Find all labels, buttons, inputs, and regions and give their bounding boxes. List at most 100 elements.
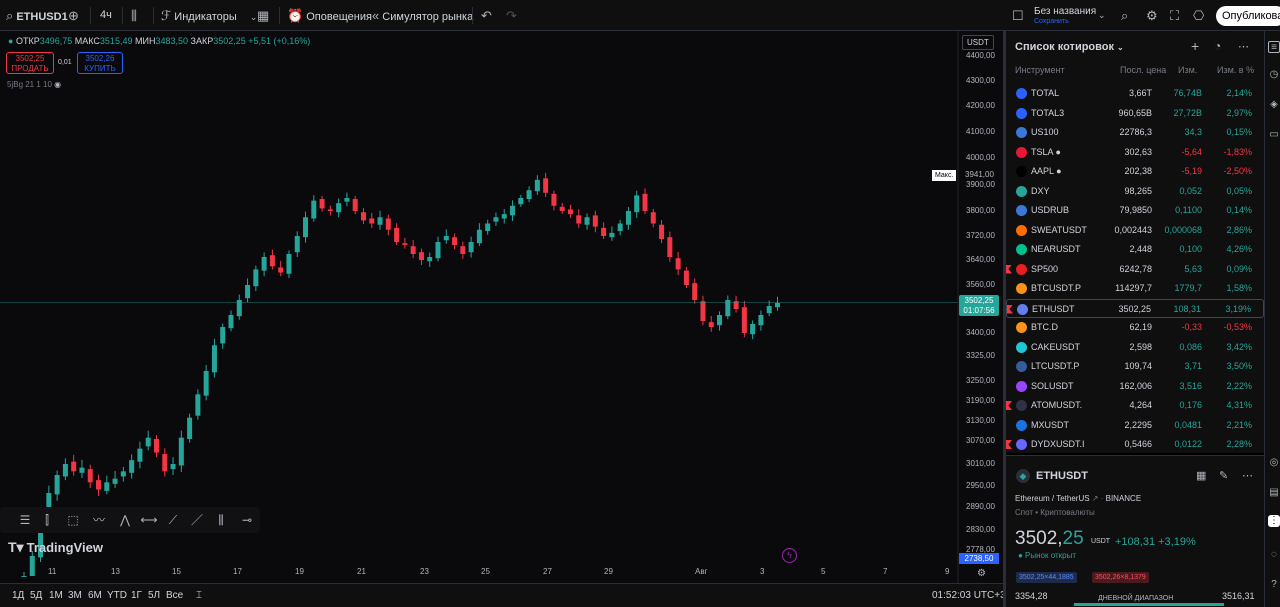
price-dec: 25 [1062, 528, 1084, 549]
more-icon[interactable]: ⋯ [1238, 40, 1249, 53]
rectangle-icon[interactable]: ⬚ [64, 511, 82, 529]
bars-pattern-icon[interactable]: ⫼ [212, 511, 230, 529]
watchlist-row[interactable]: AAPL ● 202,38 -5,19 -2,50% [1006, 162, 1264, 182]
help-icon[interactable]: ? [1268, 579, 1280, 591]
replay-button[interactable]: « Симулятор рынка [372, 0, 473, 31]
templates-button[interactable]: ▦ [257, 0, 269, 31]
watchlist-row[interactable]: SP500 6242,78 5,63 0,09% [1006, 260, 1264, 280]
alerts-clock-icon[interactable]: ◷ [1268, 69, 1280, 81]
range-button[interactable]: 5Л [148, 590, 160, 601]
watchlist-row[interactable]: LTCUSDT.P 109,74 3,71 3,50% [1006, 357, 1264, 377]
alerts-button[interactable]: ⏰ Оповещения [287, 0, 372, 31]
watchlist-row[interactable]: ETHUSDT 3502,25 108,31 3,19% [1006, 298, 1264, 318]
chat-icon[interactable]: ▭ [1268, 129, 1280, 141]
buy-button[interactable]: 3502,26 КУПИТЬ [77, 52, 123, 74]
chart-area[interactable]: ● ОТКР3496,75 МАКС3515,49 МИН3483,50 ЗАК… [0, 31, 1003, 583]
watchlist-panel: Список котировок ⌄ + ◔ ⋯ Инструмент Посл… [1006, 31, 1264, 453]
eye-icon[interactable]: ◉ [54, 80, 61, 89]
signal-icon[interactable]: ◌ [1268, 549, 1280, 561]
col-last[interactable]: Посл. цена [1120, 65, 1166, 75]
range-button[interactable]: YTD [107, 590, 127, 601]
watchlist-row[interactable]: SWEATUSDT 0,002443 0,000068 2,86% [1006, 221, 1264, 241]
watchlist-row[interactable]: SOLUSDT 162,006 3,516 2,22% [1006, 377, 1264, 397]
watchlist-row[interactable]: BTCUSDT.P 114297,7 1779,7 1,58% [1006, 279, 1264, 299]
price-chart[interactable] [0, 31, 1003, 583]
undo-button[interactable]: ↶ [481, 0, 492, 31]
ruler-icon[interactable]: ⊸ [238, 511, 256, 529]
trend-line-icon[interactable]: ⟋ [164, 511, 182, 529]
watchlist-row[interactable]: NEARUSDT 2,448 0,100 4,26% [1006, 240, 1264, 260]
watchlist-row[interactable]: ATOMUSDT. 4,264 0,176 4,31% [1006, 396, 1264, 416]
flag-icon[interactable] [1006, 401, 1012, 410]
watchlist-icon[interactable]: ≡ [1268, 41, 1280, 53]
range-button[interactable]: 6М [88, 590, 102, 601]
external-link-icon[interactable]: ↗ · [1092, 494, 1106, 503]
sell-button[interactable]: 3502,25 ПРОДАТЬ [6, 52, 54, 74]
watchlist-row[interactable]: DXY 98,265 0,052 0,05% [1006, 182, 1264, 202]
redo-button[interactable]: ↷ [506, 0, 517, 31]
watchlist-row[interactable]: TOTAL 3,66T 76,74B 2,14% [1006, 84, 1264, 104]
candle [303, 211, 309, 243]
watchlist-title[interactable]: Список котировок ⌄ [1015, 41, 1124, 53]
layout-menu-chevron[interactable]: ⌄ [1098, 0, 1106, 31]
edit-icon[interactable]: ✎ [1219, 469, 1228, 482]
details-symbol[interactable]: ETHUSDT [1036, 470, 1088, 482]
axis-settings-icon[interactable]: ⚙ [977, 568, 986, 579]
flag-icon[interactable] [1006, 264, 1012, 274]
range-button[interactable]: 1Д [12, 590, 24, 601]
watchlist-row[interactable]: DYDXUSDT.I 0,5466 0,0122 2,28% [1006, 435, 1264, 455]
watchlist-row[interactable]: TSLA ● 302,63 -5,64 -1,83% [1006, 143, 1264, 163]
layout-icon-wrap[interactable]: ☐ [1012, 0, 1024, 31]
interval-button[interactable]: 4ч [100, 0, 112, 31]
publish-button[interactable]: Опубликовать [1216, 6, 1280, 26]
layers-icon[interactable]: ◈ [1268, 99, 1280, 111]
range-button[interactable]: 5Д [30, 590, 42, 601]
col-chg[interactable]: Изм. [1178, 65, 1197, 75]
goto-date-icon[interactable]: ⌶ [196, 590, 202, 601]
watchlist-row[interactable]: MXUSDT 2,2295 0,0481 2,21% [1006, 416, 1264, 436]
flag-icon[interactable] [1006, 440, 1012, 449]
range-button[interactable]: 1М [49, 590, 63, 601]
compare-button[interactable]: ⊕ [68, 0, 79, 31]
pattern-icon[interactable]: ⋀ [116, 511, 134, 529]
horizontal-line-icon[interactable]: ⟷ [140, 511, 158, 529]
fullscreen-button[interactable]: ⛶ [1170, 0, 1179, 31]
range-button[interactable]: 1Г [131, 590, 142, 601]
clock[interactable]: 01:52:03 UTC+3 [932, 590, 1006, 601]
indicator-legend[interactable]: 5jBg 21 1 10 ◉ [7, 80, 61, 89]
more-icon[interactable]: ⋯ [1242, 469, 1253, 482]
watchlist-row[interactable]: USDRUB 79,9850 0,1100 0,14% [1006, 201, 1264, 221]
row-last: 22786,3 [1119, 127, 1152, 137]
watchlist-row[interactable]: US100 22786,3 34,3 0,15% [1006, 123, 1264, 143]
exchange-name[interactable]: BINANCE [1106, 494, 1142, 503]
watchlist-row[interactable]: TOTAL3 960,65B 27,72B 2,97% [1006, 104, 1264, 124]
indicators-button[interactable]: ℱ Индикаторы ⌄ [161, 0, 257, 31]
fib-icon[interactable]: ⫿ [38, 511, 56, 529]
currency-selector[interactable]: USDT [962, 35, 994, 50]
layout-name[interactable]: Без названия Сохранить [1034, 7, 1096, 27]
calendar-icon[interactable]: ▤ [1268, 487, 1280, 499]
row-symbol: LTCUSDT.P [1031, 361, 1080, 371]
target-icon[interactable]: ◎ [1268, 457, 1280, 469]
pie-icon[interactable]: ◔ [1214, 39, 1221, 53]
menu-lines-icon[interactable]: ☰ [16, 511, 34, 529]
row-change: 0,086 [1179, 341, 1202, 352]
flag-icon[interactable] [1007, 304, 1013, 314]
col-chg-pct[interactable]: Изм. в % [1217, 65, 1254, 75]
settings-button[interactable]: ⚙ [1146, 0, 1158, 31]
path-icon[interactable]: 〰 [90, 511, 108, 529]
grid-icon[interactable]: ▦ [1196, 469, 1206, 482]
add-symbol-icon[interactable]: + [1191, 38, 1199, 54]
watchlist-row[interactable]: BTC.D 62,19 -0,33 -0,53% [1006, 318, 1264, 338]
col-instrument[interactable]: Инструмент [1015, 65, 1065, 75]
ray-icon[interactable]: ／ [188, 511, 206, 529]
chart-type-button[interactable]: ⫼ [131, 0, 137, 31]
symbol-search[interactable]: ⌕ ETHUSD1 [6, 0, 68, 31]
quick-search-button[interactable]: ⌕ [1121, 0, 1128, 31]
lightning-icon[interactable]: ϟ [782, 548, 797, 563]
snapshot-button[interactable]: ⎔ [1193, 0, 1204, 31]
apps-icon[interactable]: ⋮ [1268, 515, 1280, 527]
range-button[interactable]: Все [166, 590, 183, 601]
watchlist-row[interactable]: CAKEUSDT 2,598 0,086 3,42% [1006, 338, 1264, 358]
range-button[interactable]: 3М [68, 590, 82, 601]
